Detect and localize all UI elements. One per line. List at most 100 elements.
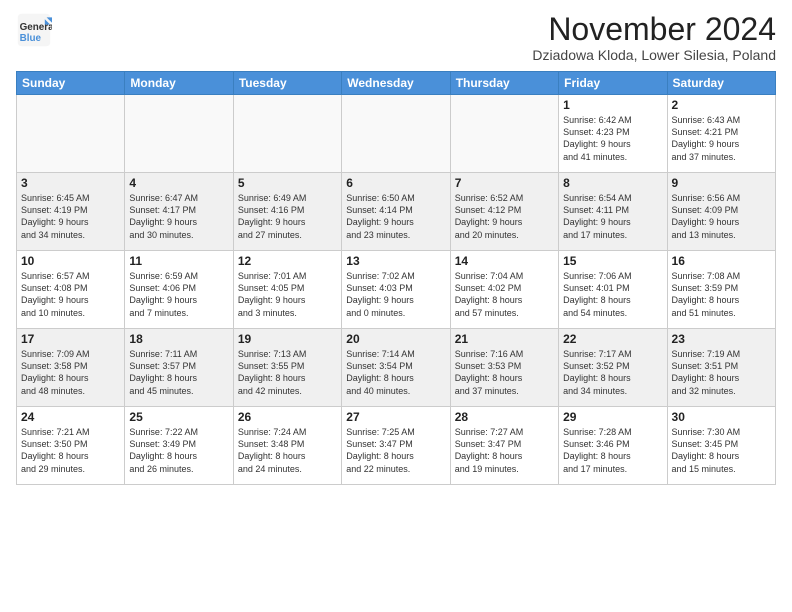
day-info: Sunrise: 7:24 AM Sunset: 3:48 PM Dayligh… bbox=[238, 426, 337, 475]
day-number: 25 bbox=[129, 410, 228, 424]
col-monday: Monday bbox=[125, 72, 233, 95]
day-number: 13 bbox=[346, 254, 445, 268]
table-row: 6 Sunrise: 6:50 AM Sunset: 4:14 PM Daylig… bbox=[342, 173, 450, 251]
day-number: 24 bbox=[21, 410, 120, 424]
day-number: 20 bbox=[346, 332, 445, 346]
day-number: 23 bbox=[672, 332, 771, 346]
table-row: 5Sunrise: 6:49 AM Sunset: 4:16 PM Daylig… bbox=[233, 173, 341, 251]
table-row bbox=[450, 95, 558, 173]
day-number: 10 bbox=[21, 254, 120, 268]
day-number: 17 bbox=[21, 332, 120, 346]
table-row bbox=[342, 95, 450, 173]
col-saturday: Saturday bbox=[667, 72, 775, 95]
day-info: Sunrise: 7:01 AM Sunset: 4:05 PM Dayligh… bbox=[238, 270, 337, 319]
day-number: 12 bbox=[238, 254, 337, 268]
calendar-week-row: 24 Sunrise: 7:21 AM Sunset: 3:50 PM Dayli… bbox=[17, 407, 776, 485]
day-info: Sunrise: 6:52 AM Sunset: 4:12 PM Dayligh… bbox=[455, 192, 554, 241]
table-row bbox=[17, 95, 125, 173]
day-number: 18 bbox=[129, 332, 228, 346]
table-row: 8 Sunrise: 6:54 AM Sunset: 4:11 PM Daylig… bbox=[559, 173, 667, 251]
page: General Blue November 2024 Dziadowa Klod… bbox=[0, 0, 792, 612]
day-info: Sunrise: 7:11 AM Sunset: 3:57 PM Dayligh… bbox=[129, 348, 228, 397]
day-number: 14 bbox=[455, 254, 554, 268]
table-row: 12 Sunrise: 7:01 AM Sunset: 4:05 PM Dayli… bbox=[233, 251, 341, 329]
table-row: 26 Sunrise: 7:24 AM Sunset: 3:48 PM Dayli… bbox=[233, 407, 341, 485]
day-number: 11 bbox=[129, 254, 228, 268]
day-info: Sunrise: 6:43 AM Sunset: 4:21 PM Dayligh… bbox=[672, 114, 771, 163]
day-info: Sunrise: 7:27 AM Sunset: 3:47 PM Dayligh… bbox=[455, 426, 554, 475]
table-row: 2 Sunrise: 6:43 AM Sunset: 4:21 PM Daylig… bbox=[667, 95, 775, 173]
day-number: 19 bbox=[238, 332, 337, 346]
day-info: Sunrise: 6:47 AM Sunset: 4:17 PM Dayligh… bbox=[129, 192, 228, 241]
logo: General Blue bbox=[16, 12, 52, 48]
day-info: Sunrise: 7:19 AM Sunset: 3:51 PM Dayligh… bbox=[672, 348, 771, 397]
table-row: 24 Sunrise: 7:21 AM Sunset: 3:50 PM Dayli… bbox=[17, 407, 125, 485]
col-thursday: Thursday bbox=[450, 72, 558, 95]
table-row: 18 Sunrise: 7:11 AM Sunset: 3:57 PM Dayli… bbox=[125, 329, 233, 407]
day-info: Sunrise: 7:30 AM Sunset: 3:45 PM Dayligh… bbox=[672, 426, 771, 475]
table-row: 11 Sunrise: 6:59 AM Sunset: 4:06 PM Dayli… bbox=[125, 251, 233, 329]
day-info: Sunrise: 6:54 AM Sunset: 4:11 PM Dayligh… bbox=[563, 192, 662, 241]
day-number: 21 bbox=[455, 332, 554, 346]
table-row: 30 Sunrise: 7:30 AM Sunset: 3:45 PM Dayli… bbox=[667, 407, 775, 485]
table-row: 27 Sunrise: 7:25 AM Sunset: 3:47 PM Dayli… bbox=[342, 407, 450, 485]
svg-text:Blue: Blue bbox=[20, 33, 42, 44]
day-info: Sunrise: 6:45 AM Sunset: 4:19 PM Dayligh… bbox=[21, 192, 120, 241]
table-row: 28 Sunrise: 7:27 AM Sunset: 3:47 PM Dayli… bbox=[450, 407, 558, 485]
day-number: 7 bbox=[455, 176, 554, 190]
day-info: Sunrise: 6:42 AM Sunset: 4:23 PM Dayligh… bbox=[563, 114, 662, 163]
day-info: Sunrise: 7:13 AM Sunset: 3:55 PM Dayligh… bbox=[238, 348, 337, 397]
table-row: 23 Sunrise: 7:19 AM Sunset: 3:51 PM Dayli… bbox=[667, 329, 775, 407]
day-info: Sunrise: 7:09 AM Sunset: 3:58 PM Dayligh… bbox=[21, 348, 120, 397]
table-row: 1 Sunrise: 6:42 AM Sunset: 4:23 PM Daylig… bbox=[559, 95, 667, 173]
table-row: 29 Sunrise: 7:28 AM Sunset: 3:46 PM Dayli… bbox=[559, 407, 667, 485]
table-row: 3 Sunrise: 6:45 AM Sunset: 4:19 PM Daylig… bbox=[17, 173, 125, 251]
day-info: Sunrise: 7:16 AM Sunset: 3:53 PM Dayligh… bbox=[455, 348, 554, 397]
day-number: 26 bbox=[238, 410, 337, 424]
day-info: Sunrise: 7:17 AM Sunset: 3:52 PM Dayligh… bbox=[563, 348, 662, 397]
day-number: 9 bbox=[672, 176, 771, 190]
day-info: Sunrise: 6:57 AM Sunset: 4:08 PM Dayligh… bbox=[21, 270, 120, 319]
day-number: 1 bbox=[563, 98, 662, 112]
day-number: 3 bbox=[21, 176, 120, 190]
table-row bbox=[125, 95, 233, 173]
col-friday: Friday bbox=[559, 72, 667, 95]
day-info: Sunrise: 6:56 AM Sunset: 4:09 PM Dayligh… bbox=[672, 192, 771, 241]
day-number: 8 bbox=[563, 176, 662, 190]
calendar-header-row: Sunday Monday Tuesday Wednesday Thursday… bbox=[17, 72, 776, 95]
calendar-table: Sunday Monday Tuesday Wednesday Thursday… bbox=[16, 71, 776, 485]
table-row: 14Sunrise: 7:04 AM Sunset: 4:02 PM Dayli… bbox=[450, 251, 558, 329]
table-row: 10 Sunrise: 6:57 AM Sunset: 4:08 PM Dayli… bbox=[17, 251, 125, 329]
table-row: 16 Sunrise: 7:08 AM Sunset: 3:59 PM Dayli… bbox=[667, 251, 775, 329]
day-number: 16 bbox=[672, 254, 771, 268]
table-row: 21 Sunrise: 7:16 AM Sunset: 3:53 PM Dayli… bbox=[450, 329, 558, 407]
day-info: Sunrise: 6:59 AM Sunset: 4:06 PM Dayligh… bbox=[129, 270, 228, 319]
header: General Blue November 2024 Dziadowa Klod… bbox=[16, 12, 776, 63]
table-row: 25Sunrise: 7:22 AM Sunset: 3:49 PM Dayli… bbox=[125, 407, 233, 485]
day-info: Sunrise: 7:25 AM Sunset: 3:47 PM Dayligh… bbox=[346, 426, 445, 475]
day-info: Sunrise: 7:21 AM Sunset: 3:50 PM Dayligh… bbox=[21, 426, 120, 475]
day-info: Sunrise: 7:08 AM Sunset: 3:59 PM Dayligh… bbox=[672, 270, 771, 319]
day-number: 30 bbox=[672, 410, 771, 424]
table-row: 17 Sunrise: 7:09 AM Sunset: 3:58 PM Dayli… bbox=[17, 329, 125, 407]
day-number: 27 bbox=[346, 410, 445, 424]
day-info: Sunrise: 7:28 AM Sunset: 3:46 PM Dayligh… bbox=[563, 426, 662, 475]
table-row: 22 Sunrise: 7:17 AM Sunset: 3:52 PM Dayli… bbox=[559, 329, 667, 407]
table-row: 15Sunrise: 7:06 AM Sunset: 4:01 PM Dayli… bbox=[559, 251, 667, 329]
day-number: 4 bbox=[129, 176, 228, 190]
day-number: 22 bbox=[563, 332, 662, 346]
table-row: 7 Sunrise: 6:52 AM Sunset: 4:12 PM Daylig… bbox=[450, 173, 558, 251]
day-number: 28 bbox=[455, 410, 554, 424]
col-sunday: Sunday bbox=[17, 72, 125, 95]
day-number: 6 bbox=[346, 176, 445, 190]
table-row: 19 Sunrise: 7:13 AM Sunset: 3:55 PM Dayli… bbox=[233, 329, 341, 407]
day-number: 2 bbox=[672, 98, 771, 112]
day-number: 29 bbox=[563, 410, 662, 424]
day-info: Sunrise: 6:50 AM Sunset: 4:14 PM Dayligh… bbox=[346, 192, 445, 241]
day-info: Sunrise: 6:49 AM Sunset: 4:16 PM Dayligh… bbox=[238, 192, 337, 241]
calendar-week-row: 10 Sunrise: 6:57 AM Sunset: 4:08 PM Dayli… bbox=[17, 251, 776, 329]
logo-icon: General Blue bbox=[16, 12, 52, 48]
calendar-week-row: 3 Sunrise: 6:45 AM Sunset: 4:19 PM Daylig… bbox=[17, 173, 776, 251]
calendar-week-row: 1 Sunrise: 6:42 AM Sunset: 4:23 PM Daylig… bbox=[17, 95, 776, 173]
col-tuesday: Tuesday bbox=[233, 72, 341, 95]
